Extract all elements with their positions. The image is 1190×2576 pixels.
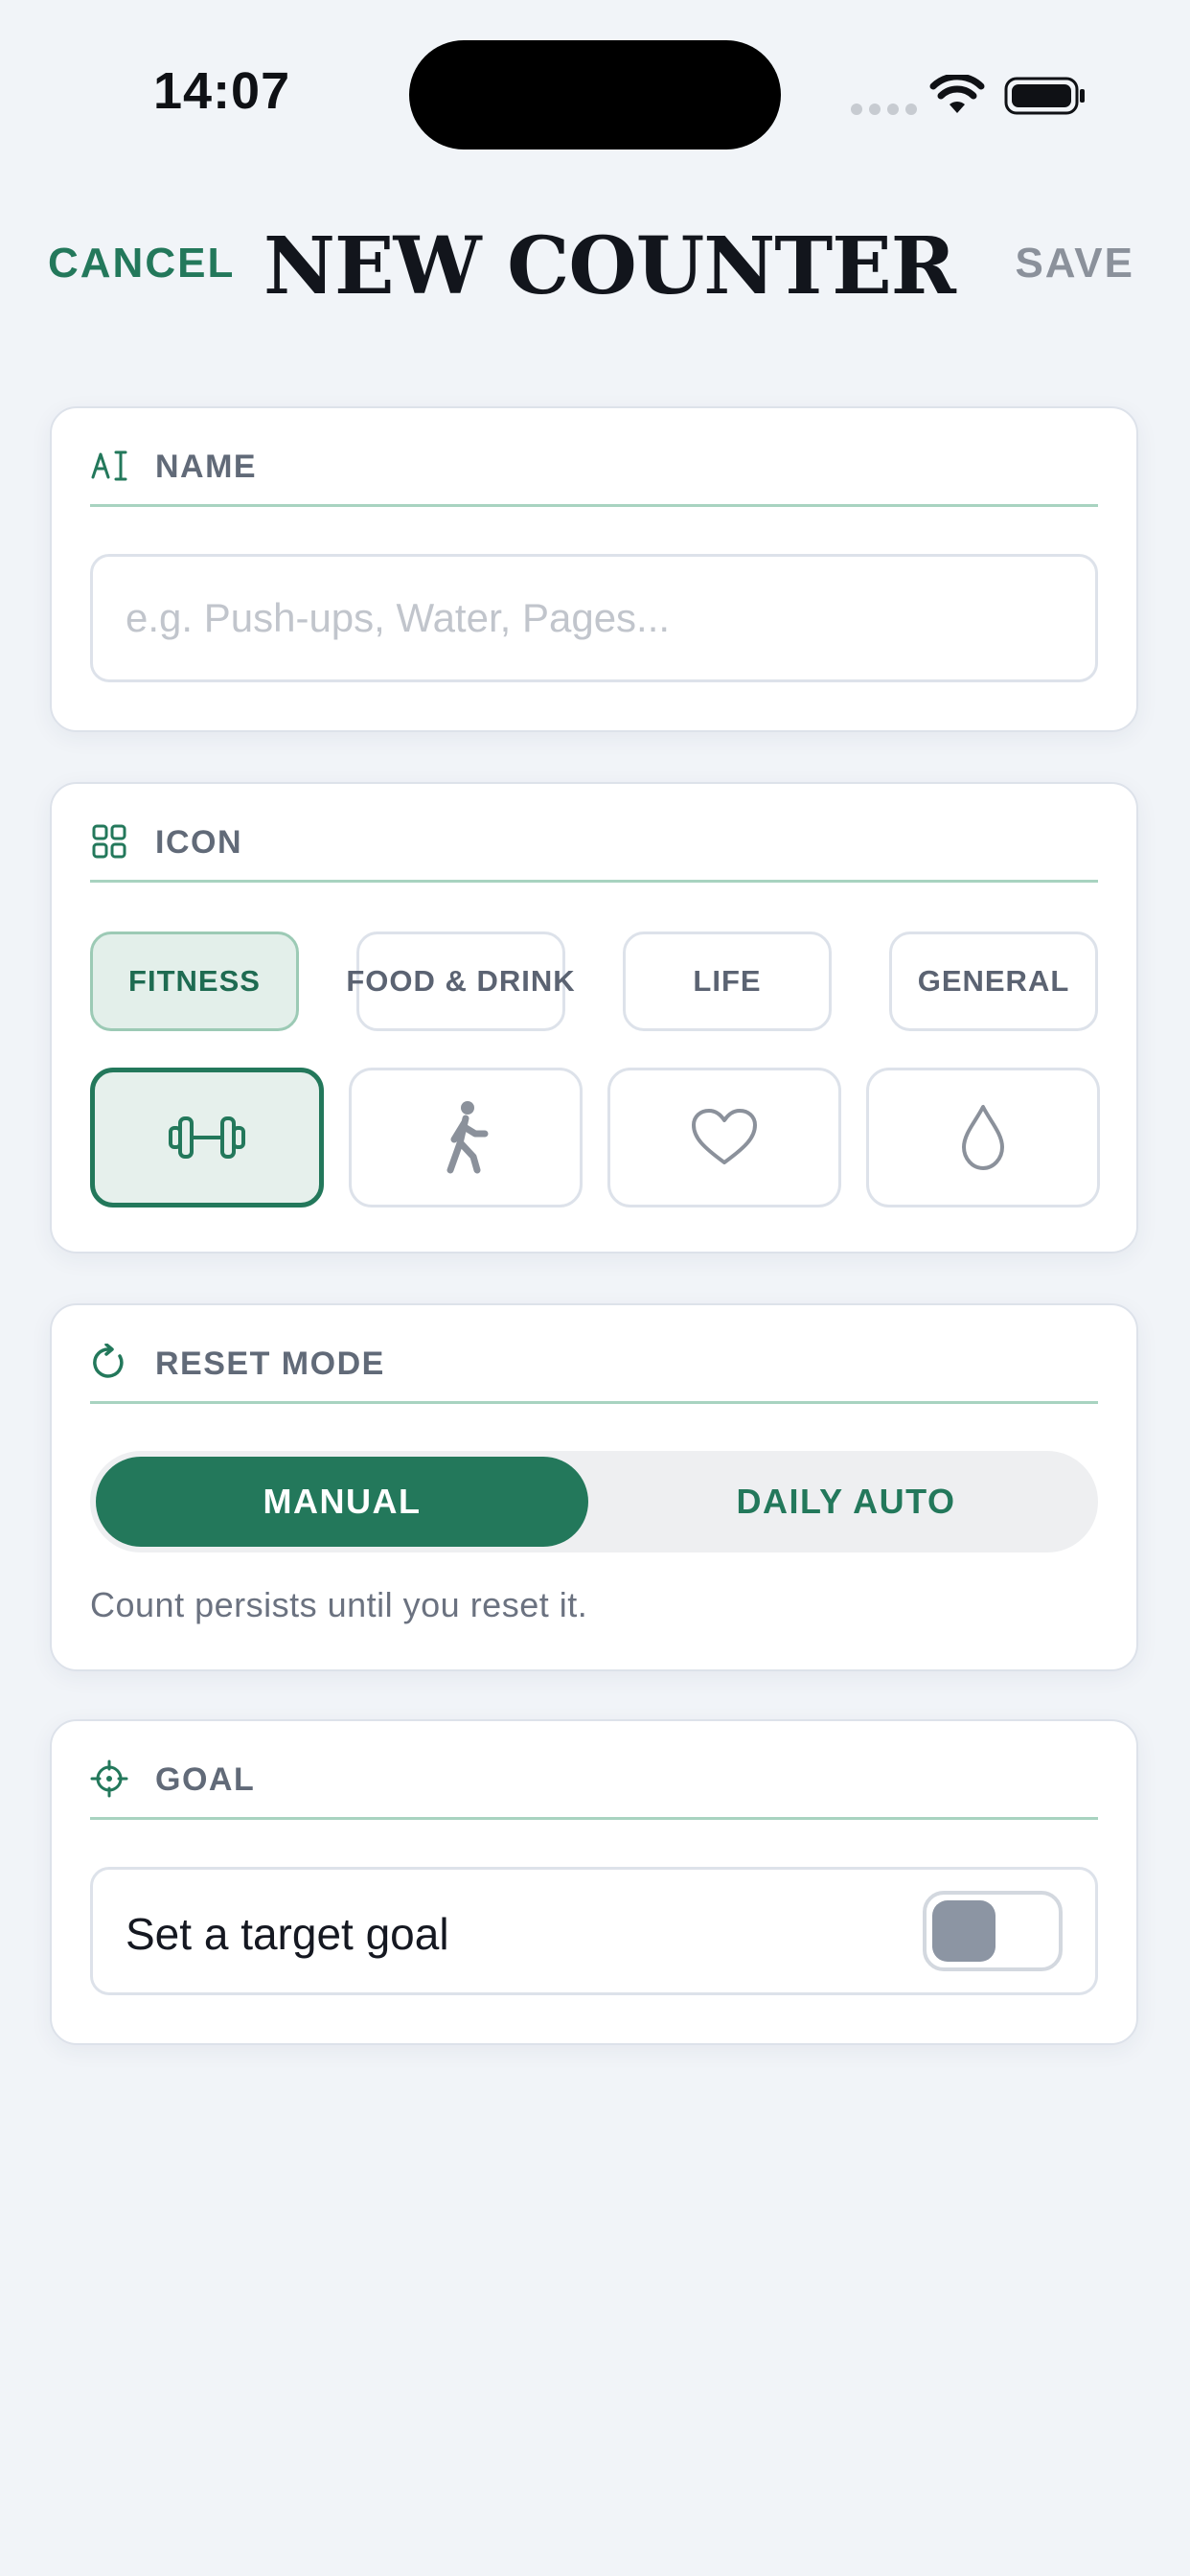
goal-toggle-label: Set a target goal <box>126 1909 449 1959</box>
dumbbell-icon <box>169 1116 245 1159</box>
grid-icon <box>92 824 126 859</box>
cellular-signal-icon <box>851 104 917 115</box>
cancel-button[interactable]: CANCEL <box>48 240 235 288</box>
reset-option-manual[interactable]: MANUAL <box>96 1457 588 1547</box>
category-chip-food-drink[interactable]: FOOD & DRINK <box>346 932 575 1031</box>
icon-option-water-drop[interactable] <box>866 1068 1100 1208</box>
reset-header-label: RESET MODE <box>155 1346 385 1382</box>
wifi-icon <box>929 75 985 113</box>
reset-option-daily-auto[interactable]: DAILY AUTO <box>600 1457 1092 1547</box>
dynamic-island <box>409 40 781 150</box>
icon-header-label: ICON <box>155 824 242 861</box>
goal-header-label: GOAL <box>155 1761 256 1798</box>
walking-icon <box>446 1101 489 1174</box>
save-button[interactable]: SAVE <box>1015 240 1134 288</box>
icon-header: ICON <box>90 822 1098 883</box>
goal-toggle-switch[interactable] <box>923 1891 1063 1971</box>
page-title: NEW COUNTER <box>263 220 956 312</box>
name-header: NAME <box>90 447 1098 507</box>
name-input[interactable] <box>90 554 1098 682</box>
goal-card: GOAL Set a target goal <box>50 1719 1138 2045</box>
reset-description: Count persists until you reset it. <box>90 1585 588 1624</box>
category-chip-life[interactable]: LIFE <box>623 932 832 1031</box>
battery-icon <box>1004 77 1085 115</box>
name-card: NAME <box>50 406 1138 732</box>
text-cursor-icon <box>91 450 127 481</box>
icon-option-dumbbell[interactable] <box>90 1068 324 1208</box>
heart-icon <box>692 1109 757 1164</box>
category-chip-fitness[interactable]: FITNESS <box>90 932 299 1031</box>
toggle-knob <box>932 1900 995 1962</box>
goal-header: GOAL <box>90 1760 1098 1820</box>
icon-option-walking[interactable] <box>349 1068 583 1208</box>
icon-card: ICON FITNESS FOOD & DRINK LIFE GENERAL <box>50 782 1138 1254</box>
category-chip-general[interactable]: GENERAL <box>889 932 1098 1031</box>
reset-header: RESET MODE <box>90 1344 1098 1404</box>
status-time: 14:07 <box>153 62 291 120</box>
goal-toggle-row: Set a target goal <box>90 1867 1098 1995</box>
status-bar: 14:07 <box>0 0 1190 182</box>
reset-mode-card: RESET MODE MANUAL DAILY AUTO Count persi… <box>50 1303 1138 1671</box>
nav-bar: CANCEL NEW COUNTER SAVE <box>0 201 1190 335</box>
name-header-label: NAME <box>155 448 258 485</box>
water-drop-icon <box>962 1105 1004 1170</box>
refresh-icon <box>93 1344 124 1378</box>
target-icon <box>90 1760 128 1798</box>
icon-option-heart[interactable] <box>607 1068 841 1208</box>
reset-mode-segmented-control: MANUAL DAILY AUTO <box>90 1451 1098 1552</box>
